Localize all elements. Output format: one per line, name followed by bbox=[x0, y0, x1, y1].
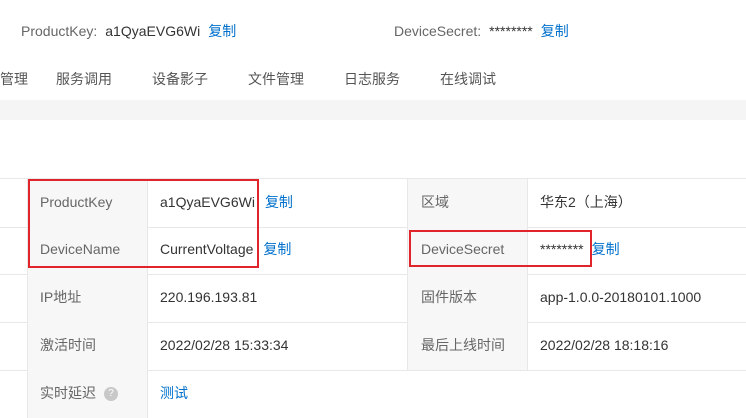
latency-label-cell: 实时延迟? bbox=[28, 370, 147, 418]
device-name-value: CurrentVoltage bbox=[160, 241, 254, 257]
device-secret-cell-text: ******** bbox=[540, 241, 584, 257]
device-secret-cell-label: DeviceSecret bbox=[407, 226, 527, 274]
tab-online-debug[interactable]: 在线调试 bbox=[440, 69, 496, 89]
product-key-cell-label: ProductKey bbox=[28, 179, 147, 227]
tab-log-service[interactable]: 日志服务 bbox=[344, 69, 400, 89]
product-key-label: ProductKey: bbox=[21, 23, 98, 39]
region-value: 华东2（上海） bbox=[527, 179, 746, 227]
row-edge bbox=[0, 226, 28, 274]
device-secret-value: ******** bbox=[489, 23, 533, 39]
table-row: DeviceName CurrentVoltage 复制 DeviceSecret… bbox=[0, 226, 746, 275]
table-row: 激活时间 2022/02/28 15:33:34 最后上线时间 2022/02/… bbox=[0, 322, 746, 371]
tab-device-shadow[interactable]: 设备影子 bbox=[152, 69, 208, 89]
table-row: 实时延迟? 测试 bbox=[0, 370, 746, 418]
table-row: IP地址 220.196.193.81 固件版本 app-1.0.0-20180… bbox=[0, 274, 746, 323]
copy-device-name-button[interactable]: 复制 bbox=[263, 241, 291, 257]
firmware-value: app-1.0.0-20180101.1000 bbox=[527, 274, 746, 322]
activated-time-label: 激活时间 bbox=[28, 322, 147, 370]
tab-file-management[interactable]: 文件管理 bbox=[248, 69, 304, 89]
help-icon[interactable]: ? bbox=[104, 387, 118, 402]
ip-value: 220.196.193.81 bbox=[147, 274, 407, 322]
last-online-label: 最后上线时间 bbox=[407, 322, 527, 370]
latency-test-link[interactable]: 测试 bbox=[160, 385, 188, 401]
tab-management[interactable]: 管理 bbox=[0, 69, 28, 89]
header-product-key: ProductKey: a1QyaEVG6Wi 复制 bbox=[21, 21, 236, 41]
device-header: ProductKey: a1QyaEVG6Wi 复制 DeviceSecret: **… bbox=[0, 0, 746, 60]
row-edge bbox=[0, 370, 28, 418]
copy-device-secret-button[interactable]: 复制 bbox=[592, 241, 620, 257]
copy-product-key-button[interactable]: 复制 bbox=[265, 194, 293, 210]
device-secret-label: DeviceSecret: bbox=[394, 23, 482, 39]
row-edge bbox=[0, 179, 28, 227]
product-key-cell-text: a1QyaEVG6Wi bbox=[160, 194, 255, 210]
header-device-secret: DeviceSecret: ******** 复制 bbox=[394, 21, 569, 41]
device-name-label: DeviceName bbox=[28, 226, 147, 274]
section-divider bbox=[0, 100, 746, 120]
table-row: ProductKey a1QyaEVG6Wi 复制 区域 华东2（上海） bbox=[0, 178, 746, 228]
copy-device-secret-link[interactable]: 复制 bbox=[541, 23, 569, 39]
last-online-value: 2022/02/28 18:18:16 bbox=[527, 322, 746, 370]
row-edge bbox=[0, 274, 28, 322]
region-label: 区域 bbox=[407, 179, 527, 227]
product-key-cell-value: a1QyaEVG6Wi 复制 bbox=[147, 179, 407, 227]
copy-product-key-link[interactable]: 复制 bbox=[208, 23, 236, 39]
device-name-cell-value: CurrentVoltage 复制 bbox=[147, 226, 407, 274]
latency-value-cell: 测试 bbox=[147, 370, 407, 418]
row-edge bbox=[0, 322, 28, 370]
activated-time-value: 2022/02/28 15:33:34 bbox=[147, 322, 407, 370]
tab-bar: 管理 服务调用 设备影子 文件管理 日志服务 在线调试 bbox=[0, 60, 746, 98]
latency-label: 实时延迟 bbox=[40, 385, 96, 401]
tab-service-invocation[interactable]: 服务调用 bbox=[56, 69, 112, 89]
device-secret-cell-value: ******** 复制 bbox=[527, 226, 746, 274]
product-key-value: a1QyaEVG6Wi bbox=[105, 23, 201, 39]
ip-label: IP地址 bbox=[28, 274, 147, 322]
firmware-label: 固件版本 bbox=[407, 274, 527, 322]
